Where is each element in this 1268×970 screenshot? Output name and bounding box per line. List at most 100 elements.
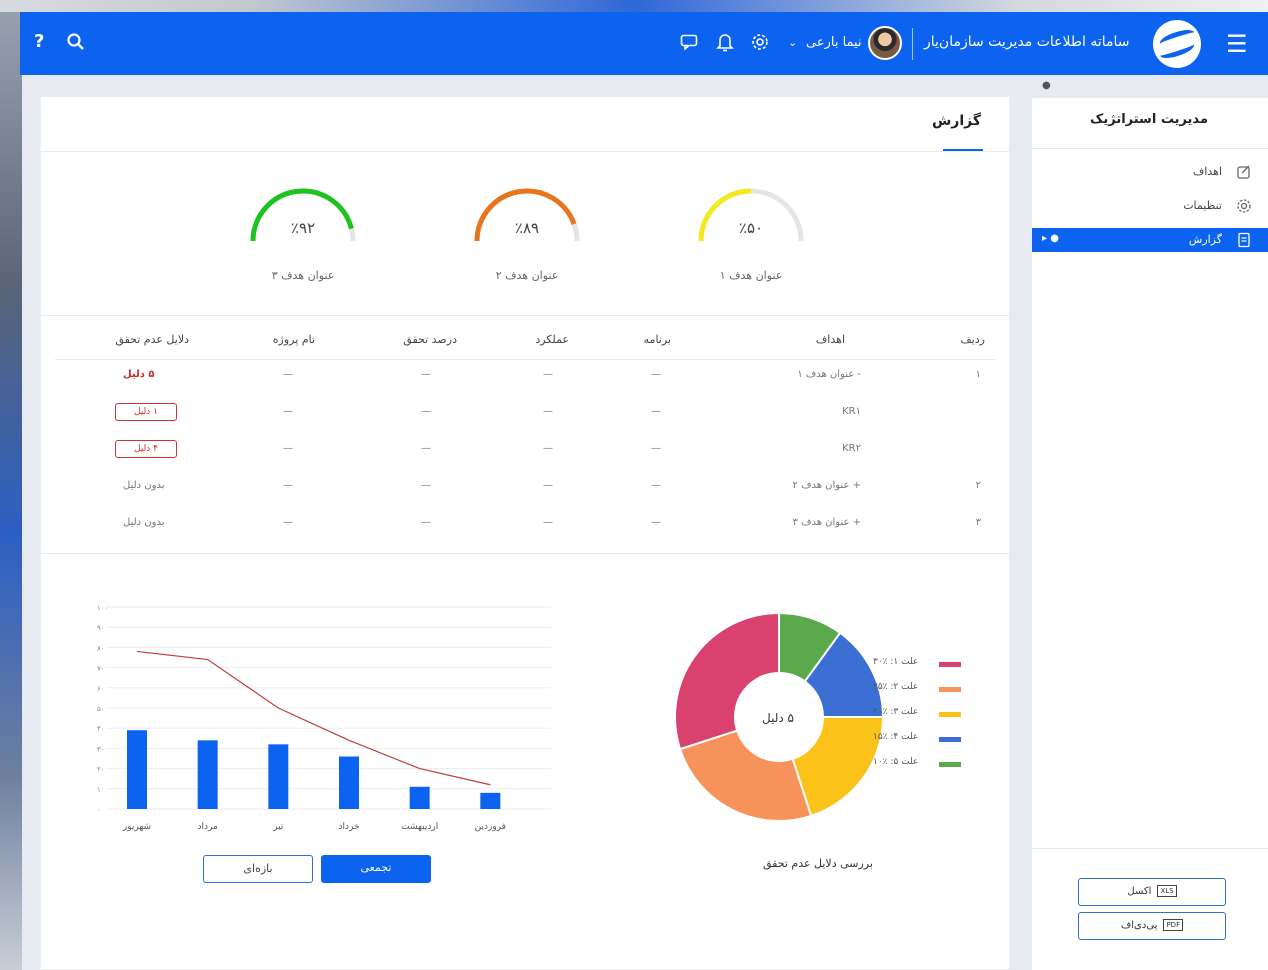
sidebar-pin-icon[interactable]: ● (1042, 80, 1051, 91)
gauge-label: عنوان هدف ۳ (271, 269, 335, 282)
sidebar-item-settings[interactable]: تنظیمات (1032, 194, 1268, 218)
sidebar-item-report[interactable]: گزارش ● ▸ (1032, 228, 1268, 252)
cell-reason[interactable]: ۵ دلیل (123, 369, 155, 380)
cell-reason: بدون دلیل (123, 517, 165, 528)
periodic-button[interactable]: بازه‌ای (203, 855, 313, 883)
x-tick-label: خرداد (338, 822, 359, 832)
top-bar: ? ⌄ نیما بارعی ساماته اطلاعات مدیریت ساز… (20, 12, 1268, 75)
bar[interactable] (339, 756, 359, 809)
cell-index: ۱ (975, 369, 981, 380)
legend-swatch (939, 712, 961, 717)
x-tick-label: شهریور (122, 822, 151, 832)
cell-goal[interactable]: KR۲ (842, 443, 861, 454)
bar[interactable] (127, 730, 147, 809)
donut-slice-2[interactable] (678, 729, 813, 822)
bar[interactable] (480, 792, 501, 809)
chevron-down-icon[interactable]: ⌄ (788, 36, 797, 49)
gear-icon (1236, 198, 1252, 218)
donut-chart-title: بررسی دلایل عدم تحقق (763, 857, 873, 870)
bell-icon[interactable] (716, 32, 734, 57)
cell-index: ۲ (975, 480, 981, 491)
cell-performance: — (543, 480, 553, 491)
bar[interactable] (268, 744, 289, 809)
cell-reason: بدون دلیل (123, 480, 165, 491)
search-icon[interactable] (66, 32, 86, 57)
help-icon[interactable]: ? (34, 32, 44, 52)
divider (41, 151, 1009, 152)
cell-goal[interactable]: + عنوان هدف ۲ (793, 480, 861, 491)
y-tick-label: ۱۰۰ (97, 604, 108, 612)
menu-icon[interactable]: ☰ (1226, 30, 1248, 58)
cell-plan: — (651, 406, 661, 417)
gauge-label: عنوان هدف ۲ (495, 269, 559, 282)
gauge-value: ٪۵۰ (738, 219, 764, 237)
cell-achievement: — (421, 369, 431, 380)
sidebar-item-goals[interactable]: اهداف (1032, 160, 1268, 184)
export-excel-label: اکسل (1127, 886, 1152, 897)
cumulative-button[interactable]: تجمعی (321, 855, 431, 883)
cell-achievement: — (421, 480, 431, 491)
y-tick-label: ۷۰ (97, 665, 105, 673)
line-series (136, 650, 491, 786)
cell-index: ۳ (975, 517, 981, 528)
cell-goal[interactable]: + عنوان هدف ۳ (793, 517, 861, 528)
sidebar-item-label: اهداف (1192, 165, 1222, 178)
legend-label: علت ۳: ٪۲۰ (873, 707, 919, 717)
divider (1032, 848, 1268, 849)
cell-goal[interactable]: - عنوان هدف ۱ (797, 369, 861, 380)
cell-plan: — (651, 443, 661, 454)
y-tick-label: ۱۰ (97, 786, 105, 794)
gauge-goal-1: ٪۵۰ عنوان هدف ۱ (691, 181, 811, 301)
gauge-goal-3: ٪۹۲ عنوان هدف ۳ (243, 181, 363, 301)
y-tick-label: ۴۰ (97, 725, 105, 733)
divider (55, 359, 995, 360)
bar-line-chart: ۰ ۱۰ ۲۰ ۳۰ ۴۰ ۵۰ ۶۰ ۷۰ ۸۰ ۹۰ ۱۰۰ فروردین اردیبهشت خرد… (97, 604, 551, 832)
column-header-index: ردیف (960, 333, 985, 346)
legend-label: علت ۵: ٪۱۰ (873, 757, 919, 767)
gauge-value: ٪۸۹ (514, 219, 540, 237)
sidebar-item-label: گزارش (1188, 233, 1222, 246)
cell-project: — (283, 406, 293, 417)
y-tick-label: ۸۰ (97, 644, 105, 652)
reason-button[interactable]: ۴ دلیل (115, 440, 177, 458)
logo-icon (1153, 20, 1201, 68)
export-pdf-label: پی‌دی‌اف (1120, 920, 1158, 931)
cell-performance: — (543, 443, 553, 454)
export-pdf-button[interactable]: PDF پی‌دی‌اف (1078, 912, 1226, 940)
y-tick-label: ۵۰ (97, 705, 105, 713)
cell-plan: — (651, 480, 661, 491)
cell-project: — (283, 480, 293, 491)
legend-swatch (939, 662, 961, 667)
export-excel-button[interactable]: XLS اکسل (1078, 878, 1226, 906)
column-header-performance: عملکرد (535, 333, 569, 346)
reason-button[interactable]: ۱ دلیل (115, 403, 177, 421)
bar[interactable] (409, 786, 430, 809)
chat-icon[interactable] (680, 34, 698, 55)
y-tick-label: ۲۰ (97, 766, 105, 774)
sidebar-title: مدیریت استراتژیک (1090, 112, 1208, 127)
divider (912, 28, 913, 60)
user-name[interactable]: نیما بارعی (806, 35, 862, 50)
y-tick-label: ۰ (97, 806, 101, 814)
cell-plan: — (651, 369, 661, 380)
pdf-icon: PDF (1163, 919, 1184, 931)
bar[interactable] (197, 740, 218, 809)
cell-project: — (283, 369, 293, 380)
sidebar-item-label: تنظیمات (1183, 199, 1222, 212)
divider (41, 553, 1009, 554)
cell-performance: — (543, 406, 553, 417)
donut-slice-1[interactable] (674, 611, 780, 751)
cell-project: — (283, 443, 293, 454)
gauge-label: عنوان هدف ۱ (719, 269, 783, 282)
gauge-value: ٪۹۲ (290, 219, 316, 237)
legend-swatch (939, 687, 961, 692)
target-icon (1236, 164, 1252, 184)
legend-label: علت ۱: ٪۳۰ (873, 657, 919, 667)
settings-icon[interactable] (750, 32, 770, 57)
y-tick-label: ۳۰ (97, 745, 105, 753)
tab-report[interactable]: گزارش (932, 113, 981, 129)
cell-goal[interactable]: KR۱ (842, 406, 861, 417)
avatar[interactable] (868, 26, 902, 60)
cell-achievement: — (421, 443, 431, 454)
column-header-goals: اهداف (815, 333, 845, 346)
